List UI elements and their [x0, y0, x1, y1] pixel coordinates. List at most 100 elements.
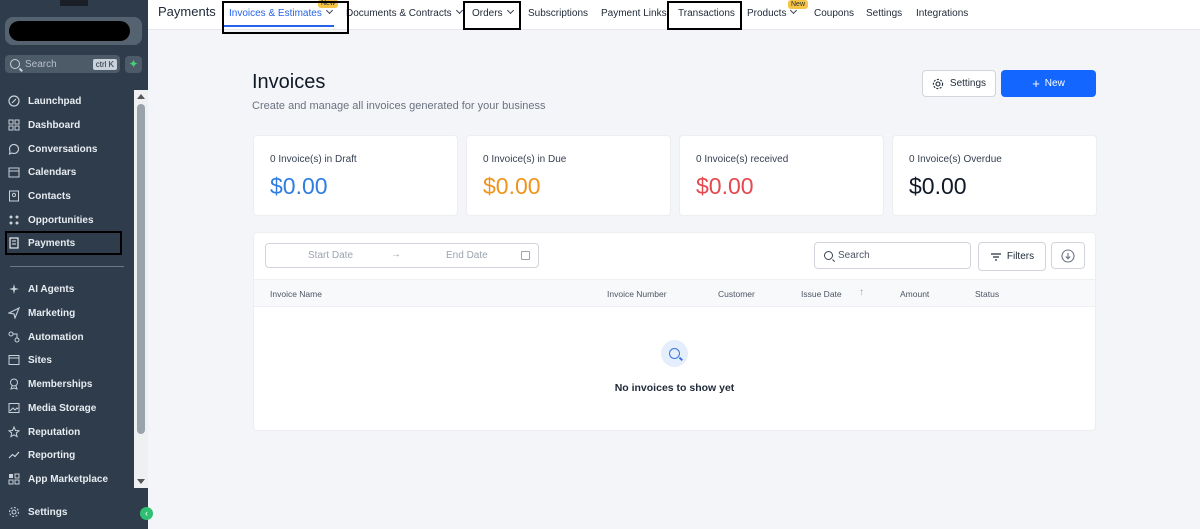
contact-icon — [8, 190, 20, 202]
sidebar-item-label: Memberships — [28, 378, 93, 390]
page-subtitle: Create and manage all invoices generated… — [252, 100, 546, 112]
automation-icon — [8, 331, 20, 343]
sidebar-item-sites[interactable]: Sites — [8, 350, 52, 370]
sidebar-item-label: AI Agents — [28, 283, 75, 295]
search-icon — [824, 251, 833, 260]
star-icon — [8, 426, 20, 438]
sidebar-item-contacts[interactable]: Contacts — [8, 186, 71, 206]
highlight-box-transactions-tab — [667, 1, 742, 30]
sidebar-item-reputation[interactable]: Reputation — [8, 422, 80, 442]
sidebar-item-label: Reporting — [28, 449, 76, 461]
column-header-invoice-number[interactable]: Invoice Number — [607, 289, 667, 299]
tab-integrations[interactable]: Integrations — [916, 8, 968, 19]
search-icon — [10, 59, 20, 69]
rocket-icon — [8, 95, 20, 107]
settings-button[interactable]: Settings — [922, 70, 996, 97]
chat-icon — [8, 143, 20, 155]
scrollbar-thumb[interactable] — [137, 104, 145, 434]
image-icon — [8, 402, 20, 414]
sidebar-item-label: Settings — [28, 506, 68, 518]
sidebar-item-marketing[interactable]: Marketing — [8, 303, 75, 323]
sidebar-item-label: Dashboard — [28, 119, 81, 131]
sidebar-item-opportunities[interactable]: Opportunities — [8, 210, 94, 230]
column-header-status[interactable]: Status — [975, 289, 999, 299]
card-label: 0 Invoice(s) in Draft — [270, 154, 357, 165]
date-range-picker[interactable]: Start Date → End Date — [265, 243, 539, 268]
card-value: $0.00 — [696, 173, 754, 199]
sidebar: Search ctrl K ✦ Launchpad Dashboard Conv… — [0, 0, 148, 529]
scroll-up-arrow-icon[interactable] — [137, 94, 145, 99]
award-icon — [8, 378, 20, 390]
column-header-amount[interactable]: Amount — [900, 289, 929, 299]
column-header-invoice-name[interactable]: Invoice Name — [270, 289, 322, 299]
sidebar-item-label: Opportunities — [28, 214, 94, 226]
highlight-box-orders-tab — [463, 1, 521, 30]
new-badge: New — [788, 0, 809, 9]
empty-state-icon — [661, 340, 688, 367]
search-icon — [669, 348, 680, 359]
sidebar-item-label: Media Storage — [28, 402, 97, 414]
gear-icon — [932, 78, 944, 89]
sidebar-item-label: App Marketplace — [28, 473, 109, 485]
start-date-input[interactable]: Start Date — [308, 250, 353, 261]
summary-card-due: 0 Invoice(s) in Due $0.00 — [466, 135, 671, 216]
collapse-sidebar-button[interactable]: ‹ — [140, 507, 153, 520]
sidebar-item-conversations[interactable]: Conversations — [8, 139, 97, 159]
sparkle-icon — [8, 283, 20, 295]
sidebar-scrollbar[interactable] — [134, 90, 148, 488]
pipeline-icon — [8, 214, 20, 226]
card-label: 0 Invoice(s) received — [696, 154, 789, 165]
filter-icon — [990, 252, 1001, 261]
tab-products[interactable]: Products — [747, 6, 798, 19]
end-date-input[interactable]: End Date — [446, 250, 488, 261]
sidebar-item-calendars[interactable]: Calendars — [8, 162, 76, 182]
sidebar-item-launchpad[interactable]: Launchpad — [8, 91, 81, 111]
gear-icon — [8, 506, 20, 518]
table-header-row: Invoice Name Invoice Number Customer Iss… — [254, 279, 1095, 307]
column-header-customer[interactable]: Customer — [718, 289, 755, 299]
plus-icon: + — [1032, 76, 1040, 91]
settings-button-label: Settings — [949, 78, 987, 89]
scroll-down-arrow-icon[interactable] — [137, 479, 145, 484]
highlight-box-invoices-tab — [222, 1, 349, 34]
tab-settings[interactable]: Settings — [866, 8, 902, 19]
calendar-icon — [8, 166, 20, 178]
tab-payment-links[interactable]: Payment Links — [601, 8, 667, 19]
download-icon — [1061, 248, 1075, 263]
card-label: 0 Invoice(s) Overdue — [909, 154, 1002, 165]
highlight-box-payments — [5, 231, 122, 255]
sort-ascending-icon[interactable]: ↑ — [859, 287, 864, 298]
sidebar-item-reporting[interactable]: Reporting — [8, 445, 75, 465]
calendar-icon[interactable] — [521, 251, 530, 260]
sidebar-item-ai-agents[interactable]: AI Agents — [8, 279, 74, 299]
tab-subscriptions[interactable]: Subscriptions — [528, 8, 588, 19]
card-value: $0.00 — [483, 173, 541, 199]
sidebar-item-dashboard[interactable]: Dashboard — [8, 115, 80, 135]
sidebar-item-label: Sites — [28, 354, 52, 366]
tab-coupons[interactable]: Coupons — [814, 8, 854, 19]
sidebar-item-settings[interactable]: Settings — [8, 502, 67, 522]
quick-action-button[interactable]: ✦ — [125, 56, 142, 73]
sidebar-item-automation[interactable]: Automation — [8, 327, 84, 347]
sidebar-item-memberships[interactable]: Memberships — [8, 374, 92, 394]
invoices-table-panel: Start Date → End Date Search Filters Inv… — [253, 232, 1096, 431]
account-switcher[interactable] — [5, 17, 142, 45]
sidebar-item-label: Marketing — [28, 307, 76, 319]
column-header-issue-date[interactable]: Issue Date — [801, 289, 842, 299]
download-button[interactable] — [1051, 242, 1085, 269]
sidebar-item-media-storage[interactable]: Media Storage — [8, 398, 96, 418]
filters-button[interactable]: Filters — [978, 242, 1046, 271]
page-title: Invoices — [252, 71, 326, 93]
tab-documents-contracts[interactable]: Documents & Contracts — [346, 6, 463, 19]
table-search-input[interactable]: Search — [814, 242, 971, 269]
sidebar-search[interactable]: Search ctrl K — [5, 55, 120, 73]
apps-icon — [8, 473, 20, 485]
sidebar-item-app-marketplace[interactable]: App Marketplace — [8, 469, 108, 489]
summary-card-received: 0 Invoice(s) received $0.00 — [679, 135, 884, 216]
sidebar-item-label: Automation — [28, 331, 84, 343]
sidebar-search-placeholder: Search — [25, 58, 57, 70]
sites-icon — [8, 354, 20, 366]
new-invoice-button[interactable]: + New — [1001, 70, 1096, 97]
tab-label: Products — [747, 8, 787, 19]
card-value: $0.00 — [270, 173, 328, 199]
